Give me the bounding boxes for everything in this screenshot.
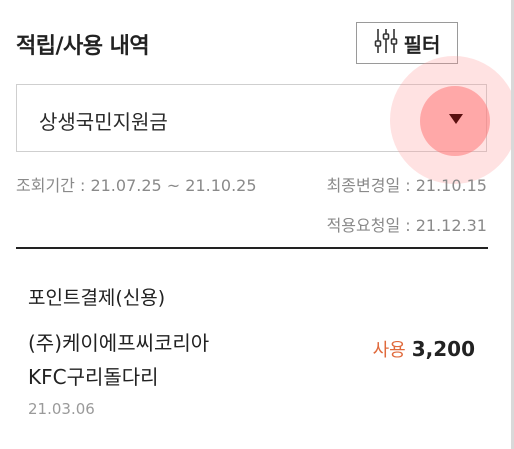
- caret-down-icon[interactable]: [449, 114, 463, 124]
- merchant-name: (주)케이에프씨코리아 KFC구리돌다리: [28, 326, 209, 394]
- transaction-date: 21.03.06: [28, 400, 95, 418]
- applied-date: 적용요청일 : 21.12.31: [326, 216, 487, 235]
- point-type-select[interactable]: 상생국민지원금: [16, 84, 487, 152]
- merchant-name-line2: KFC구리돌다리: [28, 365, 159, 389]
- point-type-selected-value: 상생국민지원금: [39, 110, 168, 134]
- points-history-screen: 적립/사용 내역 필터 상생국민지원금 조회기간 : 21.07.25 ~ 21…: [0, 0, 514, 449]
- search-period: 조회기간 : 21.07.25 ~ 21.10.25: [16, 176, 257, 195]
- usage-label: 사용: [372, 340, 406, 361]
- filter-button[interactable]: 필터: [356, 22, 458, 64]
- amount-value: 3,200: [411, 337, 475, 361]
- page-title: 적립/사용 내역: [16, 34, 150, 59]
- sliders-icon: [374, 28, 398, 58]
- filter-button-label: 필터: [403, 32, 441, 57]
- section-divider: [16, 247, 488, 249]
- merchant-name-line1: (주)케이에프씨코리아: [28, 331, 210, 355]
- transaction-type: 포인트결제(신용): [28, 287, 166, 309]
- last-changed-date: 최종변경일 : 21.10.15: [326, 176, 487, 195]
- transaction-amount: 사용 3,200: [373, 336, 475, 362]
